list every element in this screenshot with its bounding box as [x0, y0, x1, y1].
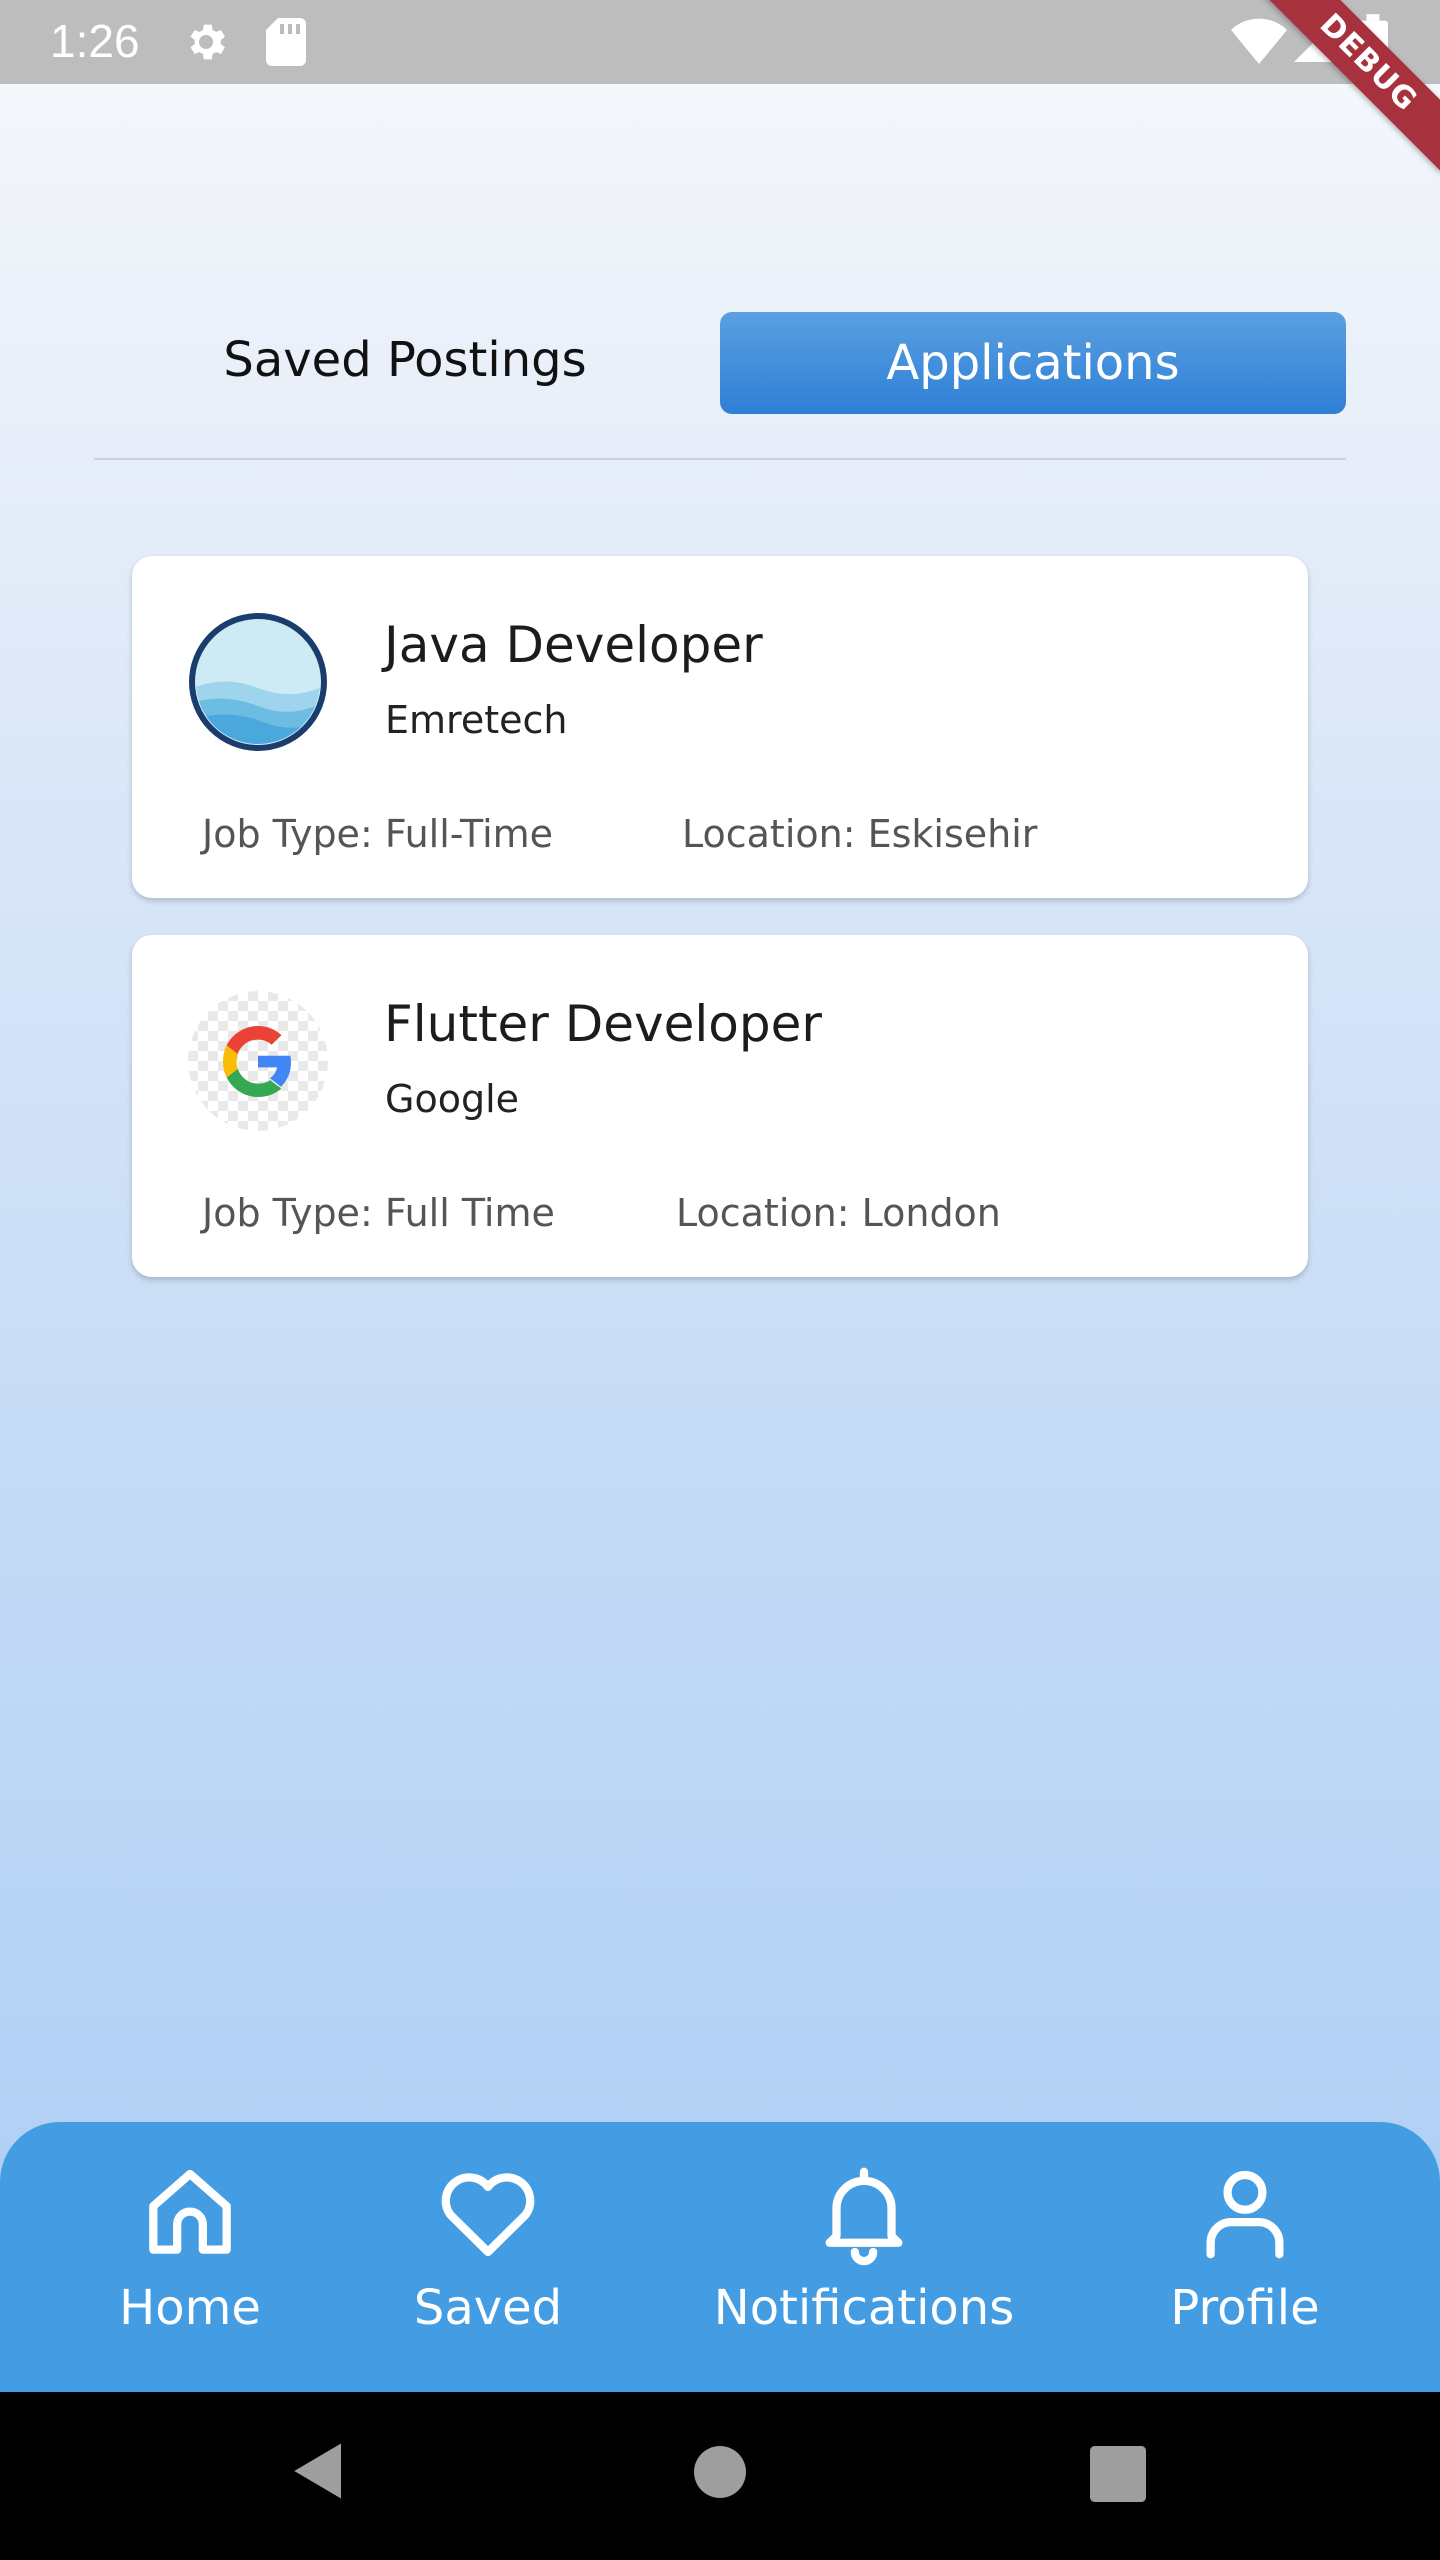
gear-icon — [190, 24, 225, 60]
person-icon — [1206, 2170, 1284, 2259]
nav-notifications[interactable]: Notifications — [694, 2122, 1034, 2392]
nav-notifications-label: Notifications — [713, 2280, 1015, 2336]
nav-saved-label: Saved — [413, 2280, 563, 2336]
job-type: Job Type: Full Time — [202, 1191, 555, 1235]
nav-profile-label: Profile — [1170, 2280, 1320, 2336]
company-name: Google — [385, 1077, 520, 1121]
back-icon[interactable] — [286, 2436, 352, 2506]
job-title: Java Developer — [384, 616, 763, 674]
job-title: Flutter Developer — [384, 995, 822, 1053]
wifi-icon — [1231, 18, 1287, 64]
nav-saved[interactable]: Saved — [388, 2122, 588, 2392]
job-card[interactable]: Java Developer Emretech Job Type: Full-T… — [132, 556, 1308, 898]
sd-card-icon — [266, 18, 306, 66]
recents-icon[interactable] — [1090, 2446, 1146, 2502]
nav-home-label: Home — [119, 2280, 261, 2336]
app-body: Saved Postings Applications Java Develop… — [0, 84, 1440, 2392]
tab-divider — [94, 458, 1346, 460]
system-nav-bar — [0, 2392, 1440, 2560]
job-card[interactable]: Flutter Developer Google Job Type: Full … — [132, 935, 1308, 1277]
bell-icon — [825, 2167, 903, 2266]
job-location: Location: London — [676, 1191, 1001, 1235]
google-logo — [188, 991, 328, 1131]
home-icon — [149, 2169, 231, 2254]
job-location: Location: Eskisehir — [682, 812, 1038, 856]
emretech-logo — [188, 612, 328, 752]
job-type: Job Type: Full-Time — [202, 812, 554, 856]
tab-applications[interactable]: Applications — [720, 312, 1346, 414]
heart-icon — [441, 2173, 535, 2257]
home-circle-icon[interactable] — [694, 2446, 746, 2498]
tab-saved-postings[interactable]: Saved Postings — [180, 310, 630, 410]
status-time: 1:26 — [50, 15, 140, 67]
company-name: Emretech — [385, 698, 568, 742]
status-bar: 1:26 — [0, 0, 1440, 84]
bottom-nav: Home Saved Notifications Profile — [0, 2122, 1440, 2392]
nav-home[interactable]: Home — [90, 2122, 290, 2392]
nav-profile[interactable]: Profile — [1140, 2122, 1350, 2392]
